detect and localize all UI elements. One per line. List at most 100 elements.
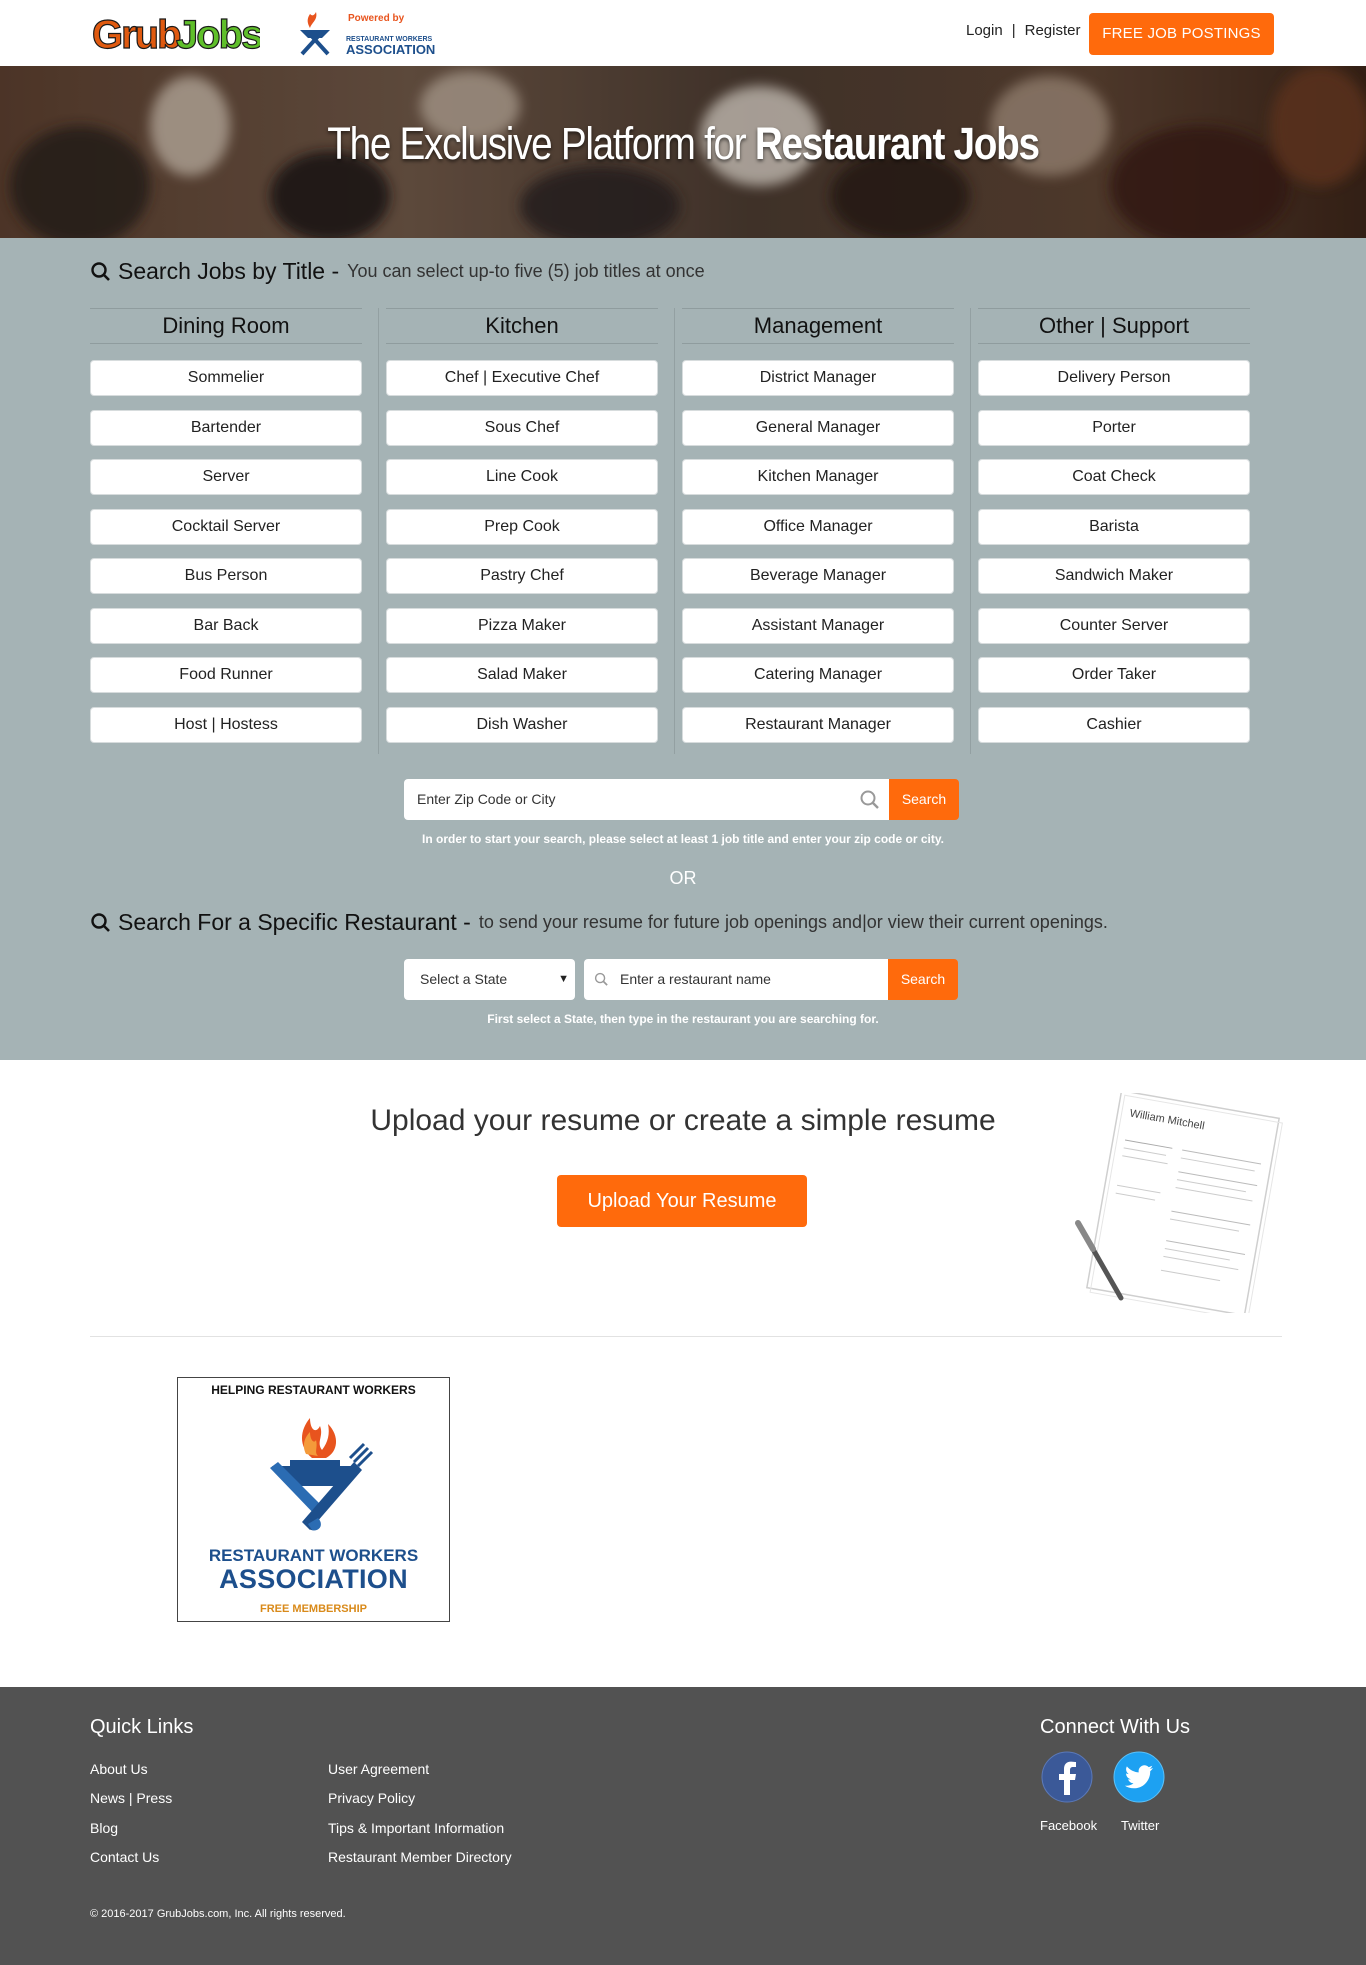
job-title-option[interactable]: Porter xyxy=(978,409,1250,446)
zip-placeholder: Enter Zip Code or City xyxy=(417,791,556,807)
footer-link-contact[interactable]: Contact Us xyxy=(90,1849,159,1865)
rwa-membership-banner[interactable]: HELPING RESTAURANT WORKERS RESTAURANT WO… xyxy=(177,1377,450,1622)
column-other-support: Other | Support Delivery Person Porter C… xyxy=(970,308,1274,756)
banner-name-line1: RESTAURANT WORKERS xyxy=(208,1546,419,1565)
register-link[interactable]: Register xyxy=(1025,22,1081,39)
zip-search-row: Enter Zip Code or City Search xyxy=(404,779,959,820)
job-title-option[interactable]: Chef | Executive Chef xyxy=(386,360,658,396)
search-restaurant-text: Search For a Specific Restaurant - xyxy=(118,909,471,935)
job-title-option[interactable]: General Manager xyxy=(682,409,954,446)
job-title-option[interactable]: Cashier xyxy=(978,706,1250,743)
search-icon xyxy=(594,972,608,986)
job-title-option[interactable]: Cocktail Server xyxy=(90,508,362,545)
facebook-label[interactable]: Facebook xyxy=(1040,1818,1097,1833)
grubjobs-logo[interactable]: Grub Jobs xyxy=(90,8,260,56)
search-by-title-subtext: You can select up-to five (5) job titles… xyxy=(347,261,705,281)
search-panel: Search Jobs by Title - You can select up… xyxy=(0,238,1366,1060)
section-divider xyxy=(90,1336,1282,1337)
zip-code-input[interactable]: Enter Zip Code or City xyxy=(404,779,889,820)
footer-link-privacy[interactable]: Privacy Policy xyxy=(328,1790,415,1806)
state-select-value: Select a State xyxy=(420,971,508,987)
restaurant-name-input[interactable]: Enter a restaurant name xyxy=(584,959,888,1000)
job-title-option[interactable]: Sandwich Maker xyxy=(978,558,1250,594)
auth-links: Login | Register xyxy=(966,22,1080,39)
search-icon xyxy=(91,261,110,281)
search-restaurant-subtext: to send your resume for future job openi… xyxy=(478,912,1108,932)
job-title-option[interactable]: Sommelier xyxy=(90,360,362,396)
partner-name-big: ASSOCIATION xyxy=(346,42,435,57)
restaurant-search-hint: First select a State, then type in the r… xyxy=(487,1012,879,1026)
search-by-title-heading: Search Jobs by Title - You can select up… xyxy=(90,258,705,285)
caret-down-icon: ▼ xyxy=(558,973,569,985)
job-title-option[interactable]: Host | Hostess xyxy=(90,706,362,743)
banner-free-membership: FREE MEMBERSHIP xyxy=(260,1603,367,1615)
job-title-option[interactable]: Restaurant Manager xyxy=(682,706,954,743)
job-title-option[interactable]: Kitchen Manager xyxy=(682,459,954,495)
job-title-option[interactable]: Assistant Manager xyxy=(682,607,954,644)
restaurant-name-placeholder: Enter a restaurant name xyxy=(620,971,771,987)
job-title-option[interactable]: Food Runner xyxy=(90,657,362,693)
search-icon xyxy=(860,790,879,809)
job-title-option[interactable]: Prep Cook xyxy=(386,508,658,545)
column-title: Other | Support xyxy=(978,308,1250,344)
job-title-option[interactable]: Line Cook xyxy=(386,459,658,495)
job-title-option[interactable]: Bar Back xyxy=(90,607,362,644)
job-title-option[interactable]: Delivery Person xyxy=(978,360,1250,396)
column-kitchen: Kitchen Chef | Executive Chef Sous Chef … xyxy=(378,308,682,756)
column-management: Management District Manager General Mana… xyxy=(674,308,978,756)
job-title-option[interactable]: Dish Washer xyxy=(386,706,658,743)
quick-links-title: Quick Links xyxy=(90,1716,194,1738)
job-title-option[interactable]: Catering Manager xyxy=(682,657,954,693)
search-restaurant-heading: Search For a Specific Restaurant - to se… xyxy=(90,909,1108,936)
restaurant-search-button[interactable]: Search xyxy=(888,959,958,1000)
job-title-option[interactable]: Pizza Maker xyxy=(386,607,658,644)
job-title-option[interactable]: Salad Maker xyxy=(386,657,658,693)
job-title-option[interactable]: Pastry Chef xyxy=(386,558,658,594)
hero-title: The Exclusive Platform for Restaurant Jo… xyxy=(96,118,1271,170)
job-title-option[interactable]: Coat Check xyxy=(978,459,1250,495)
site-header: Grub Jobs Powered by RESTAURANT WORKERS … xyxy=(0,0,1366,66)
job-title-option[interactable]: Bartender xyxy=(90,409,362,446)
job-title-option[interactable]: District Manager xyxy=(682,360,954,396)
free-job-postings-button[interactable]: FREE JOB POSTINGS xyxy=(1089,13,1274,55)
or-divider-text: OR xyxy=(669,868,697,888)
job-title-columns: Dining Room Sommelier Bartender Server C… xyxy=(90,308,1274,756)
job-title-option[interactable]: Sous Chef xyxy=(386,409,658,446)
banner-top-text: HELPING RESTAURANT WORKERS xyxy=(211,1383,416,1397)
footer-link-member-directory[interactable]: Restaurant Member Directory xyxy=(328,1849,512,1865)
state-select[interactable]: Select a State ▼ xyxy=(404,959,575,1000)
rwa-partner-logo[interactable]: Powered by RESTAURANT WORKERS ASSOCIATIO… xyxy=(296,8,448,58)
job-title-option[interactable]: Bus Person xyxy=(90,558,362,594)
upload-resume-button[interactable]: Upload Your Resume xyxy=(557,1175,807,1227)
copyright-text: © 2016-2017 GrubJobs.com, Inc. All right… xyxy=(90,1908,346,1920)
column-title: Management xyxy=(682,308,954,344)
footer-link-tips[interactable]: Tips & Important Information xyxy=(328,1820,504,1836)
login-link[interactable]: Login xyxy=(966,22,1003,39)
footer-link-user-agreement[interactable]: User Agreement xyxy=(328,1761,429,1777)
hero-banner: The Exclusive Platform for Restaurant Jo… xyxy=(0,66,1366,238)
resume-paper-illustration: William Mitchell xyxy=(1075,1093,1283,1313)
job-title-option[interactable]: Server xyxy=(90,459,362,495)
logo-grub-text: Grub xyxy=(92,13,180,56)
rwa-emblem-icon xyxy=(270,1418,374,1531)
twitter-label[interactable]: Twitter xyxy=(1121,1818,1159,1833)
site-footer: Quick Links About Us News | Press Blog C… xyxy=(0,1687,1366,1965)
membership-section: HELPING RESTAURANT WORKERS RESTAURANT WO… xyxy=(0,1340,1366,1687)
job-title-option[interactable]: Order Taker xyxy=(978,657,1250,693)
footer-link-blog[interactable]: Blog xyxy=(90,1820,118,1836)
footer-link-news[interactable]: News | Press xyxy=(90,1790,172,1806)
search-icon xyxy=(91,912,110,932)
footer-link-about[interactable]: About Us xyxy=(90,1761,148,1777)
job-title-option[interactable]: Office Manager xyxy=(682,508,954,545)
resume-section: Upload your resume or create a simple re… xyxy=(0,1060,1366,1340)
search-by-title-text: Search Jobs by Title - xyxy=(118,258,340,284)
twitter-icon[interactable] xyxy=(1113,1751,1165,1803)
job-search-button[interactable]: Search xyxy=(889,779,959,820)
facebook-icon[interactable] xyxy=(1041,1751,1093,1803)
job-search-hint: In order to start your search, please se… xyxy=(422,832,944,846)
job-title-option[interactable]: Beverage Manager xyxy=(682,558,954,594)
job-title-option[interactable]: Barista xyxy=(978,508,1250,545)
partner-powered-text: Powered by xyxy=(348,13,405,24)
hero-title-plain: The Exclusive Platform for xyxy=(327,118,746,169)
job-title-option[interactable]: Counter Server xyxy=(978,607,1250,644)
